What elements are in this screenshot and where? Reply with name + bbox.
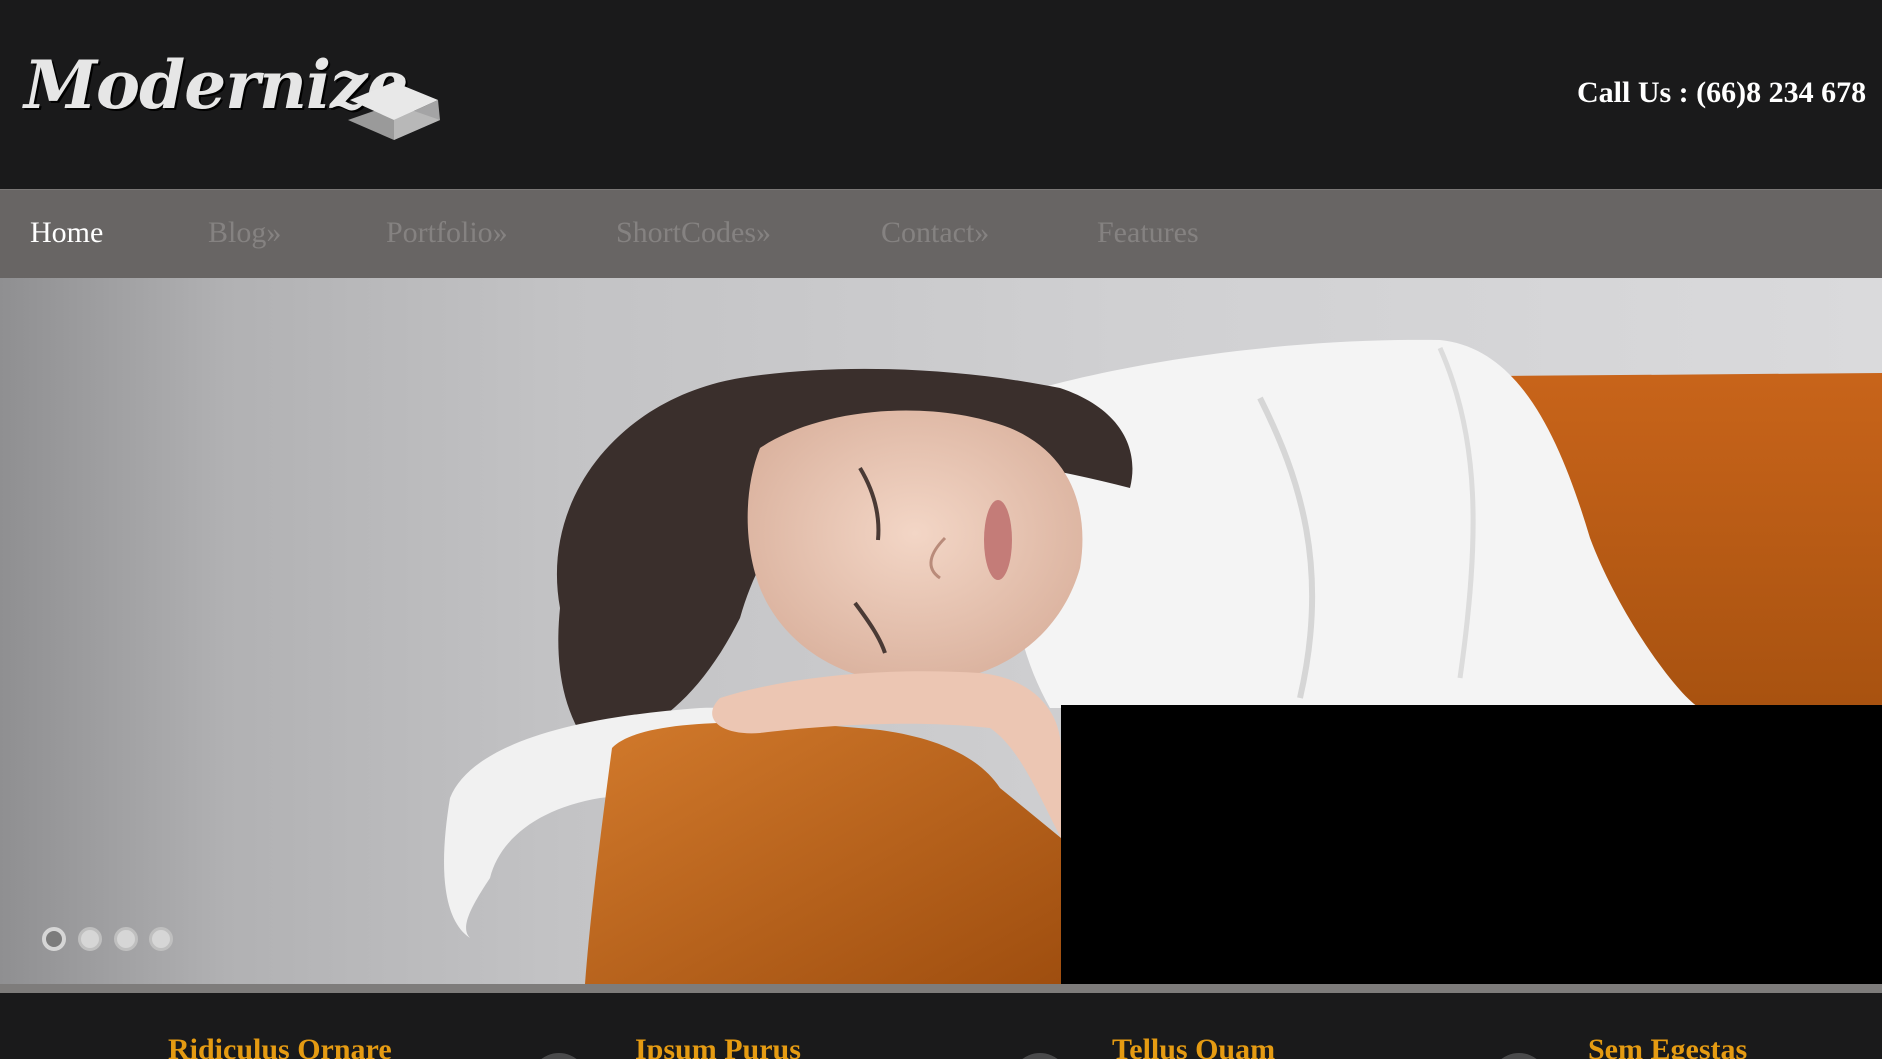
nav-item-home[interactable]: Home	[30, 216, 103, 250]
nav-item-contact[interactable]: Contact»	[881, 216, 989, 250]
nav-item-portfolio[interactable]: Portfolio»	[386, 216, 508, 250]
nav-item-shortcodes[interactable]: ShortCodes»	[616, 216, 771, 250]
feature-title-1[interactable]: Ridiculus Ornare	[168, 1033, 392, 1059]
slide-caption-box	[1061, 705, 1882, 984]
main-nav: Home Blog» Portfolio» ShortCodes» Contac…	[0, 189, 1882, 278]
layers-diamond-icon	[348, 82, 440, 140]
slider-dot-2[interactable]	[78, 927, 102, 951]
feature-title-2[interactable]: Ipsum Purus	[635, 1033, 801, 1059]
slider-dot-4[interactable]	[149, 927, 173, 951]
call-us-phone: Call Us : (66)8 234 678	[1577, 76, 1867, 109]
slider-dot-1[interactable]	[42, 927, 66, 951]
feature-title-3[interactable]: Tellus Quam	[1112, 1033, 1275, 1059]
page: Modernize Call Us : (66)8 234 678 Home B…	[0, 0, 1882, 1059]
feature-icon-4	[1490, 1053, 1548, 1059]
site-header: Modernize Call Us : (66)8 234 678	[0, 0, 1882, 189]
feature-icon-2	[530, 1053, 588, 1059]
nav-item-blog[interactable]: Blog»	[208, 216, 281, 250]
feature-title-4[interactable]: Sem Egestas	[1588, 1033, 1747, 1059]
hero-divider	[0, 984, 1882, 993]
hero-slider[interactable]	[0, 278, 1882, 984]
nav-item-features[interactable]: Features	[1097, 216, 1199, 250]
slider-dot-3[interactable]	[114, 927, 138, 951]
feature-icon-3	[1011, 1053, 1069, 1059]
feature-row: Ridiculus Ornare Ipsum Purus Tellus Quam…	[0, 993, 1882, 1059]
